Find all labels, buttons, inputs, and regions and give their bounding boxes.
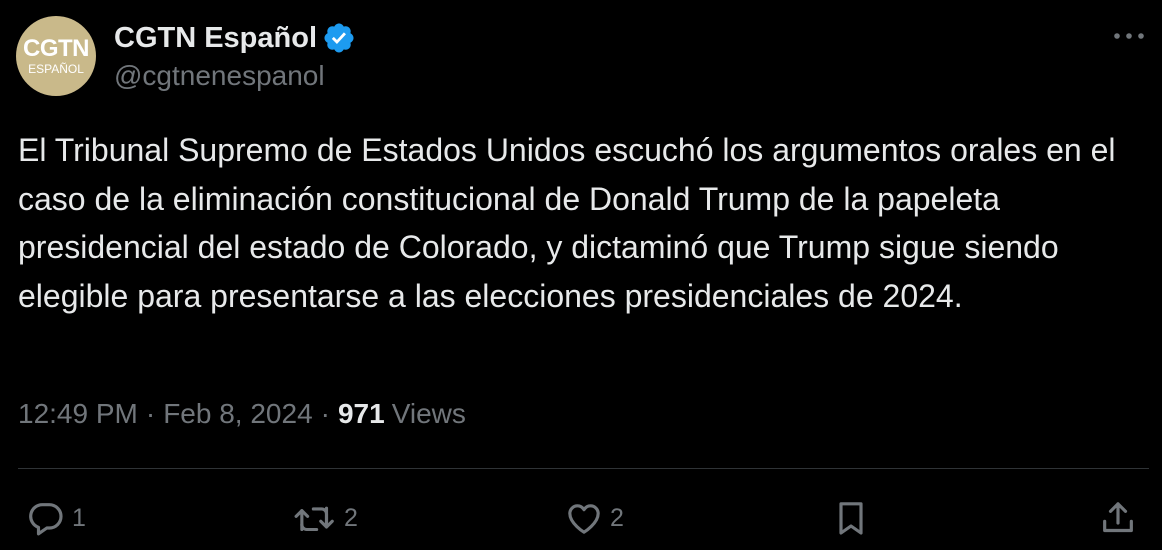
meta-separator: ·: [145, 398, 156, 429]
bookmark-icon: [831, 498, 871, 538]
author-info: CGTN Español @cgtnenespanol: [114, 18, 356, 92]
views-label: Views: [391, 398, 466, 429]
heart-icon: [564, 498, 604, 538]
tweet-meta: 12:49 PM · Feb 8, 2024 · 971 Views: [18, 398, 466, 430]
reply-button[interactable]: 1: [26, 490, 86, 546]
retweet-icon: [292, 498, 338, 538]
tweet-text: El Tribunal Supremo de Estados Unidos es…: [18, 132, 1116, 314]
avatar[interactable]: CGTN ESPAÑOL: [16, 16, 96, 96]
display-name[interactable]: CGTN Español: [114, 22, 317, 55]
like-count: 2: [610, 503, 624, 532]
tweet-card: CGTN ESPAÑOL CGTN Español @cgtnenespanol…: [0, 0, 1162, 550]
share-icon: [1098, 498, 1138, 538]
verified-badge-icon[interactable]: [322, 21, 356, 55]
divider: [18, 468, 1149, 469]
meta-separator: ·: [320, 398, 330, 429]
reply-icon: [26, 498, 66, 538]
retweet-button[interactable]: 2: [292, 490, 358, 546]
share-button[interactable]: [1098, 490, 1138, 546]
avatar-logo-text: CGTN: [23, 34, 90, 62]
tweet-time[interactable]: 12:49 PM: [18, 398, 138, 430]
views-count: 971: [337, 398, 385, 429]
avatar-logo-subtext: ESPAÑOL: [28, 61, 84, 76]
tweet-date[interactable]: Feb 8, 2024: [163, 398, 312, 430]
name-row: CGTN Español: [114, 18, 356, 58]
bookmark-button[interactable]: [831, 490, 871, 546]
retweet-count: 2: [344, 503, 358, 532]
more-options-icon[interactable]: [1112, 24, 1146, 48]
like-button[interactable]: 2: [564, 490, 624, 546]
reply-count: 1: [72, 503, 86, 532]
action-bar: 1 2 2: [0, 490, 1162, 546]
handle[interactable]: @cgtnenespanol: [114, 60, 356, 92]
